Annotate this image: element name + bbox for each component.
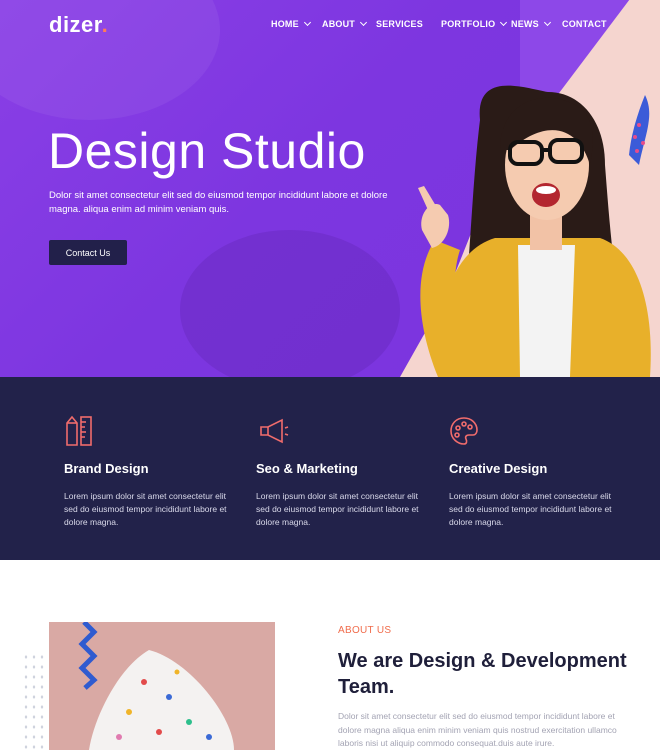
chevron-down-icon	[543, 18, 551, 27]
chevron-down-icon	[500, 18, 508, 27]
nav-item-about[interactable]: ABOUT	[322, 18, 368, 29]
contact-us-button[interactable]: Contact Us	[49, 240, 127, 265]
services-section: Brand Design Lorem ipsum dolor sit amet …	[0, 377, 660, 560]
about-description: Dolor sit amet consectetur elit sed do e…	[338, 711, 617, 748]
service-card-seo-marketing: Seo & Marketing Lorem ipsum dolor sit am…	[256, 415, 426, 529]
service-description: Lorem ipsum dolor sit amet consectetur e…	[64, 491, 227, 527]
chevron-down-icon	[303, 18, 311, 27]
service-title: Brand Design	[64, 461, 149, 476]
service-title: Creative Design	[449, 461, 548, 476]
pencil-ruler-icon	[66, 415, 92, 446]
chevron-down-icon	[359, 18, 368, 27]
nav-item-label: PORTFOLIO	[441, 19, 496, 29]
service-title: Seo & Marketing	[256, 461, 358, 476]
nav-item-contact[interactable]: CONTACT	[562, 19, 607, 29]
about-section: ABOUT US We are Design & Development Tea…	[0, 560, 660, 750]
service-description: Lorem ipsum dolor sit amet consectetur e…	[449, 491, 612, 527]
nav-item-label: HOME	[271, 19, 299, 29]
about-image	[49, 622, 275, 750]
hero-description: Dolor sit amet consectetur elit sed do e…	[49, 190, 388, 215]
hero-decor-blob	[180, 230, 400, 377]
logo-dot: .	[101, 12, 109, 37]
nav-item-home[interactable]: HOME	[271, 18, 311, 29]
service-card-creative-design: Creative Design Lorem ipsum dolor sit am…	[449, 415, 619, 529]
nav-item-services[interactable]: SERVICES	[376, 19, 423, 29]
hero-person-image	[418, 85, 651, 377]
nav-item-label: SERVICES	[376, 19, 423, 29]
dot-pattern-decor	[22, 652, 44, 750]
service-card-brand-design: Brand Design Lorem ipsum dolor sit amet …	[64, 415, 234, 529]
logo-text: dizer	[49, 12, 102, 37]
nav-item-label: ABOUT	[322, 19, 355, 29]
palette-icon	[450, 417, 478, 445]
about-title: We are Design & Development Team.	[338, 650, 627, 698]
top-navigation: dizer. HOME ABOUT SERVICES PORTFOLIO NEW…	[0, 0, 660, 50]
nav-item-label: CONTACT	[562, 19, 607, 29]
service-description: Lorem ipsum dolor sit amet consectetur e…	[256, 491, 419, 527]
about-label: ABOUT US	[338, 625, 392, 636]
nav-item-label: NEWS	[511, 19, 539, 29]
site-logo[interactable]: dizer.	[49, 12, 108, 38]
nav-item-news[interactable]: NEWS	[511, 18, 551, 29]
nav-item-portfolio[interactable]: PORTFOLIO	[441, 18, 508, 29]
pillow-illustration	[78, 622, 234, 750]
hero-title: Design Studio	[48, 123, 366, 179]
halftone-decor	[629, 95, 650, 165]
hero-section: dizer. HOME ABOUT SERVICES PORTFOLIO NEW…	[0, 0, 660, 377]
megaphone-icon	[260, 418, 289, 444]
